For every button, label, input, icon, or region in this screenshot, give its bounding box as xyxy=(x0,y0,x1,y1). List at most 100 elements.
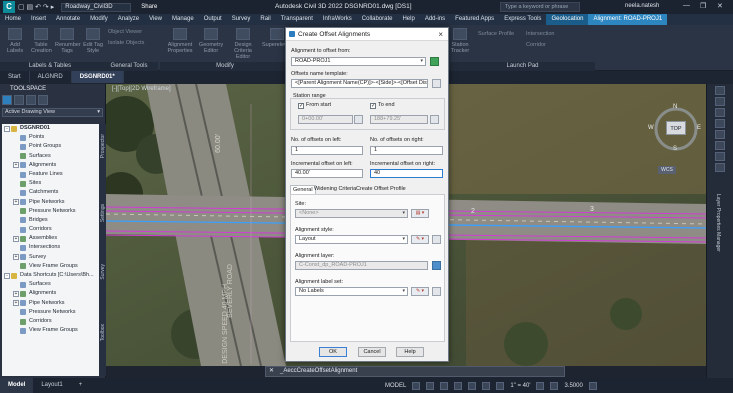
expand-icon[interactable]: + xyxy=(13,254,19,261)
style-pick-icon[interactable] xyxy=(432,235,441,244)
zoom-icon[interactable] xyxy=(715,108,725,117)
doc-tab-start[interactable]: Start xyxy=(0,71,30,83)
tree-item[interactable]: + Alignments xyxy=(2,161,99,170)
tab-analyze[interactable]: Analyze xyxy=(113,14,144,25)
pan-icon[interactable] xyxy=(715,97,725,106)
tree-item[interactable]: View Frame Groups xyxy=(2,262,99,271)
tab-add-ins[interactable]: Add-ins xyxy=(420,14,450,25)
incremental-right-field[interactable]: 40 xyxy=(370,169,443,178)
layer-properties-manager-tab[interactable]: Layer Properties Manager xyxy=(715,194,721,252)
annotation-visibility-icon[interactable] xyxy=(536,381,545,390)
tree-item[interactable]: Intersections xyxy=(2,243,99,252)
name-template-field[interactable]: <[Parent Alignment Name(CP)]>-<[Side]>-<… xyxy=(291,79,428,88)
site-select[interactable]: <None> ▾ xyxy=(295,209,408,218)
view-cube-top[interactable]: TOP xyxy=(666,121,686,135)
edit-template-icon[interactable] xyxy=(432,79,441,88)
wcs-menu[interactable]: WCS xyxy=(658,166,676,174)
lineweight-icon[interactable] xyxy=(482,381,491,390)
from-start-checkbox[interactable]: ✓ xyxy=(298,103,304,109)
workspace-switch-icon[interactable] xyxy=(550,381,559,390)
alignment-style-select[interactable]: Layout ▾ xyxy=(295,235,408,244)
view-cube[interactable]: TOP N S E W xyxy=(648,104,701,154)
snap-icon[interactable] xyxy=(426,381,435,390)
layers-icon[interactable] xyxy=(715,152,725,161)
tab-infraworks[interactable]: InfraWorks xyxy=(318,14,357,25)
compass-east[interactable]: E xyxy=(697,125,701,131)
elevation-value[interactable]: 3.5000 xyxy=(564,383,582,389)
renumber-tags-button[interactable]: Renumber Tags xyxy=(55,28,81,54)
tab-output[interactable]: Output xyxy=(199,14,227,25)
tab-survey[interactable]: Survey xyxy=(227,14,256,25)
alignment-to-offset-select[interactable]: ROAD-PROJ1 ▾ xyxy=(291,57,426,66)
offsets-right-field[interactable]: 1 xyxy=(370,146,443,155)
tree-item[interactable]: Sites xyxy=(2,179,99,188)
help-icon[interactable] xyxy=(38,95,48,105)
ok-button[interactable]: OK xyxy=(319,347,347,357)
cancel-button[interactable]: Cancel xyxy=(358,347,386,357)
full-navigation-wheel-icon[interactable] xyxy=(715,86,725,95)
toolspace-view-select[interactable]: Active Drawing View ▾ xyxy=(2,108,103,117)
tree-item[interactable]: Bridges xyxy=(2,216,99,225)
tab-annotate[interactable]: Annotate xyxy=(51,14,85,25)
quick-access-icons[interactable]: ▢ ▤ ↶ ↷ ▸ xyxy=(18,3,54,11)
osnap-icon[interactable] xyxy=(468,381,477,390)
design-criteria-editor-button[interactable]: Design Criteria Editor xyxy=(228,28,258,60)
model-space-toggle[interactable]: MODEL xyxy=(385,383,406,389)
incremental-left-field[interactable]: 40.00' xyxy=(291,169,363,178)
label-set-tools-icon[interactable]: ✎ ▾ xyxy=(411,287,429,296)
tree-item[interactable]: View Frame Groups xyxy=(2,326,99,335)
tool-palette-icon[interactable] xyxy=(715,163,725,172)
tab-manage[interactable]: Manage xyxy=(167,14,199,25)
isolate-objects-button[interactable]: Isolate Objects xyxy=(108,40,144,46)
tree-item[interactable]: Corridors xyxy=(2,317,99,326)
tree-item[interactable]: Pressure Networks xyxy=(2,308,99,317)
properties-icon[interactable] xyxy=(715,141,725,150)
refresh-icon[interactable] xyxy=(14,95,24,105)
tab-model[interactable]: Model xyxy=(0,378,34,393)
tab-view[interactable]: View xyxy=(144,14,167,25)
user-name[interactable]: neela.natesh xyxy=(625,3,659,9)
expand-icon[interactable]: + xyxy=(13,199,19,206)
tree-item[interactable]: Points xyxy=(2,133,99,142)
selection-cycling-icon[interactable] xyxy=(496,381,505,390)
collapse-icon[interactable]: - xyxy=(4,125,10,132)
expand-icon[interactable]: + xyxy=(13,235,19,242)
panel-modify[interactable]: Modify xyxy=(160,62,290,71)
tab-modify[interactable]: Modify xyxy=(85,14,113,25)
edit-tag-style-button[interactable]: Edit Tag Style xyxy=(82,28,104,54)
panel-labels-tables[interactable]: Labels & Tables xyxy=(0,62,100,71)
intersection-button[interactable]: Intersection xyxy=(526,31,554,37)
label-set-pick-icon[interactable] xyxy=(432,287,441,296)
workspace-select[interactable]: Roadway_Civil3D xyxy=(61,2,132,12)
tree-item[interactable]: Feature Lines xyxy=(2,170,99,179)
alignment-properties-button[interactable]: Alignment Properties xyxy=(165,28,195,54)
tab-geolocation[interactable]: Geolocation xyxy=(546,14,589,25)
tree-item[interactable]: - DSGNRD01 xyxy=(2,124,99,133)
station-tracker-button[interactable]: Station Tracker xyxy=(447,28,473,54)
collapse-icon[interactable]: - xyxy=(4,272,10,279)
tab-layout1[interactable]: Layout1 xyxy=(33,378,70,393)
add-labels-button[interactable]: Add Labels xyxy=(6,28,24,54)
tree-item[interactable]: Surfaces xyxy=(2,152,99,161)
expand-icon[interactable]: + xyxy=(13,162,19,169)
tree-item[interactable]: + Pipe Networks xyxy=(2,198,99,207)
compass-north[interactable]: N xyxy=(673,104,677,110)
app-logo-icon[interactable]: C xyxy=(3,1,15,13)
table-creation-button[interactable]: Table Creation xyxy=(31,28,52,54)
close-icon[interactable]: × xyxy=(438,28,443,41)
tree-item[interactable]: Catchments xyxy=(2,188,99,197)
tab-insert[interactable]: Insert xyxy=(26,14,51,25)
offsets-left-field[interactable]: 1 xyxy=(291,146,363,155)
to-end-checkbox[interactable]: ✓ xyxy=(370,103,376,109)
layer-select-icon[interactable] xyxy=(432,261,441,270)
compass-west[interactable]: W xyxy=(648,125,654,131)
pick-alignment-icon[interactable] xyxy=(430,57,439,66)
command-line-input[interactable]: ✕ _AeccCreateOffsetAlignment xyxy=(265,366,565,377)
doc-tab-dsgnrd01[interactable]: DSGNRD01* xyxy=(71,71,124,83)
panel-general-tools[interactable]: General Tools xyxy=(100,62,158,71)
end-station-field[interactable]: 188+79.25' xyxy=(370,115,428,124)
doc-tab-algnrd[interactable]: ALGNRD xyxy=(30,71,72,83)
compass-south[interactable]: S xyxy=(673,146,677,152)
tree-item[interactable]: + Assemblies xyxy=(2,234,99,243)
tree-item[interactable]: - Data Shortcuts [C:\Users\Bh... xyxy=(2,271,99,280)
